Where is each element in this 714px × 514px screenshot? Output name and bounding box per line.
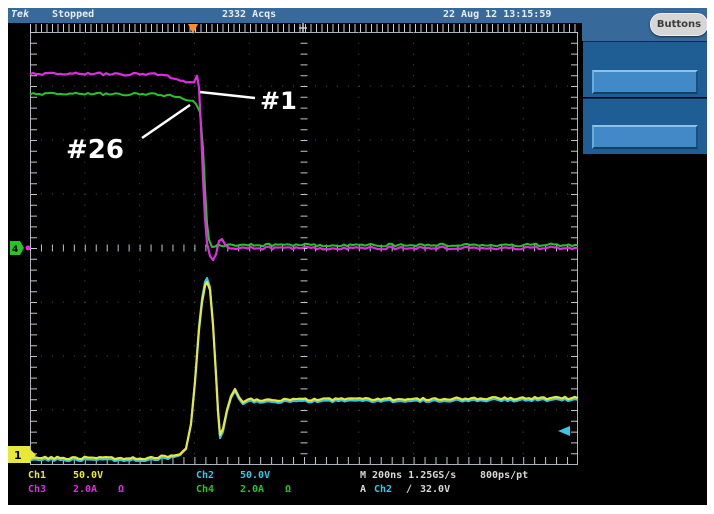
ch4-trace [30,93,578,247]
readout-row-2: Ch3 2.0A Ω Ch4 2.0A Ω A Ch2 ∕ 32.0V [8,484,707,497]
trigger-source: Ch2 [374,484,392,495]
page: { "topbar": { "logo": "Tek", "status": "… [0,0,714,514]
resolution-readout: 800ps/pt [480,470,528,481]
oscilloscope-screen: Tek Stopped 2332 Acqs 22 Aug 12 13:15:59… [8,8,707,505]
timebase-readout: M 200ns 1.25GS/s [360,470,456,481]
pulse26-leader-line [142,105,190,138]
ch3-position-marker [26,246,31,251]
pulse26-annotation: #26 [66,135,124,165]
ch3-trace [30,73,578,261]
ch1-trace [30,282,578,459]
ch4-scale: 2.0A [240,484,264,495]
pulse1-leader-line [200,92,255,98]
ch3-scale: 2.0A [73,484,97,495]
scope-display: 4 1 #1 #26 [8,8,707,505]
svg-text:4: 4 [12,245,18,255]
ch2-trace [30,278,578,461]
ch3-label: Ch3 [28,484,46,495]
trigger-level: 32.0V [420,484,450,495]
readout-row-1: Ch1 50.0V Ch2 50.0V M 200ns 1.25GS/s 800… [8,470,707,483]
pulse1-annotation: #1 [260,87,297,115]
trigger-mode: A [360,484,366,495]
ch1-label: Ch1 [28,470,46,481]
ch2-label: Ch2 [196,470,214,481]
ch4-coupling: Ω [285,484,291,495]
ch4-position-marker: 4 [10,241,24,255]
svg-text:1: 1 [14,449,22,462]
trigger-slope-icon: ∕ [406,484,412,495]
ch2-offscreen-arrow-icon [558,426,570,436]
ch4-label: Ch4 [196,484,214,495]
ch1-scale: 50.0V [73,470,103,481]
ch3-coupling: Ω [118,484,124,495]
ch2-scale: 50.0V [240,470,270,481]
